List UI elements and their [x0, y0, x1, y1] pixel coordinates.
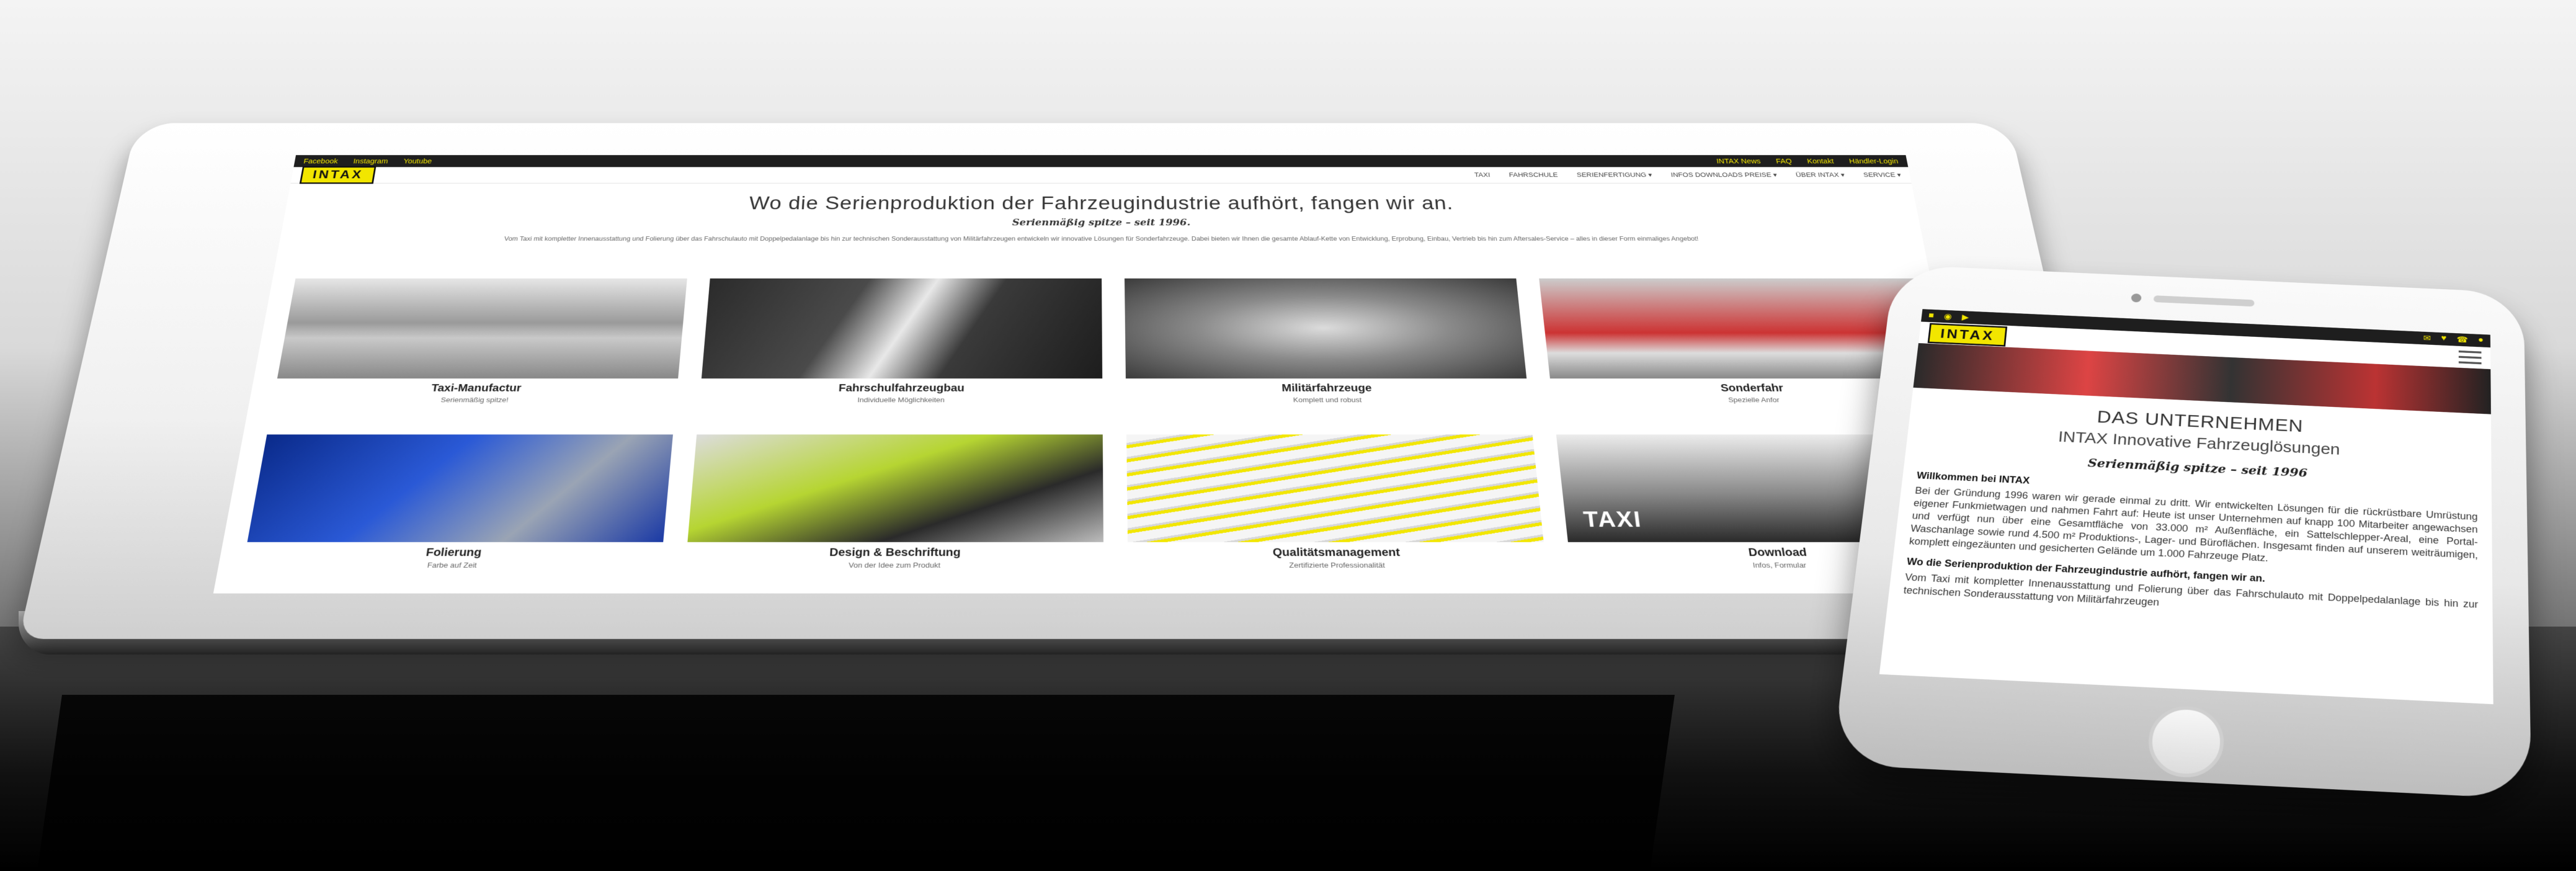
- earpiece-speaker: [2154, 295, 2255, 306]
- tile-title: Folierung: [244, 547, 663, 560]
- tablet-device: Facebook Instagram Youtube INTAX News FA…: [19, 123, 2128, 639]
- tile-taxi[interactable]: Taxi-Manufactur Serienmäßig spitze!: [270, 279, 687, 420]
- tile-militaer[interactable]: Militärfahrzeuge Komplett und robust: [1125, 279, 1531, 420]
- instagram-link[interactable]: Instagram: [353, 158, 389, 165]
- tile-design[interactable]: Design & Beschriftung Von der Idee zum P…: [684, 434, 1103, 586]
- tile-folierung[interactable]: Folierung Farbe auf Zeit: [239, 434, 673, 586]
- tile-image: [247, 434, 673, 542]
- contact-link[interactable]: Kontakt: [1807, 158, 1835, 165]
- tablet-screen: Facebook Instagram Youtube INTAX News FA…: [213, 155, 1994, 594]
- youtube-icon[interactable]: ▶: [1961, 312, 1969, 322]
- page-subline: Serienmäßig spitze – seit 1996.: [282, 218, 1920, 228]
- tile-subtitle: Individuelle Möglichkeiten: [699, 396, 1102, 404]
- intax-logo[interactable]: INTAX: [300, 166, 377, 184]
- tile-subtitle: Von der Idee zum Produkt: [685, 561, 1104, 569]
- menu-item-taxi[interactable]: TAXI: [1474, 171, 1491, 179]
- phone-device: ■ ◉ ▶ ✉ ♥ ☎ ● INTAX DAS UNTERNEHMEN INTA…: [1832, 265, 2531, 800]
- tablet-reflection: [37, 695, 1675, 871]
- news-icon[interactable]: ✉: [2423, 333, 2431, 343]
- tile-subtitle: Komplett und robust: [1126, 396, 1529, 404]
- youtube-link[interactable]: Youtube: [403, 158, 432, 165]
- tile-subtitle: Serienmäßig spitze!: [272, 396, 676, 404]
- facebook-icon[interactable]: ■: [1928, 311, 1934, 320]
- tile-title: Qualitätsmanagement: [1128, 547, 1545, 560]
- menu-item-fahrschule[interactable]: FAHRSCHULE: [1509, 171, 1558, 179]
- product-scene: Facebook Instagram Youtube INTAX News FA…: [0, 0, 2576, 871]
- menu-item-ueber[interactable]: ÜBER INTAX ▾: [1795, 171, 1845, 179]
- facebook-link[interactable]: Facebook: [303, 158, 338, 165]
- tile-image: [1126, 434, 1544, 542]
- site-topbar: Facebook Instagram Youtube INTAX News FA…: [293, 155, 1908, 167]
- intax-logo[interactable]: INTAX: [1928, 323, 2008, 346]
- front-camera: [2131, 293, 2141, 303]
- service-tile-grid: Taxi-Manufactur Serienmäßig spitze! Fahr…: [239, 279, 1993, 587]
- hamburger-menu-icon[interactable]: [2459, 351, 2482, 364]
- tile-qualitaet[interactable]: Qualitätsmanagement Zertifizierte Profes…: [1126, 434, 1548, 586]
- instagram-icon[interactable]: ◉: [1943, 311, 1952, 321]
- dealer-login-link[interactable]: Händler-Login: [1848, 158, 1899, 165]
- lock-icon[interactable]: ●: [2478, 336, 2484, 346]
- news-link[interactable]: INTAX News: [1716, 158, 1761, 165]
- contact-icon[interactable]: ☎: [2457, 335, 2468, 346]
- tile-image: [1125, 279, 1526, 378]
- tile-title: Fahrschulfahrzeugbau: [700, 383, 1103, 395]
- home-button[interactable]: [2147, 705, 2226, 779]
- faq-link[interactable]: FAQ: [1775, 158, 1792, 165]
- tile-subtitle: Zertifizierte Professionalität: [1128, 561, 1546, 569]
- tile-image: [277, 279, 687, 378]
- menu-item-service[interactable]: SERVICE ▾: [1863, 171, 1902, 179]
- faq-icon[interactable]: ♥: [2441, 334, 2446, 344]
- tile-title: Militärfahrzeuge: [1126, 383, 1528, 395]
- tile-title: Taxi-Manufactur: [274, 383, 677, 395]
- tile-title: Design & Beschriftung: [686, 547, 1103, 560]
- page-intro: Vom Taxi mit kompletter Innenausstattung…: [347, 234, 1855, 243]
- main-menu: TAXI FAHRSCHULE SERIENFERTIGUNG ▾ INFOS …: [1474, 171, 1902, 179]
- menu-item-infos[interactable]: INFOS DOWNLOADS PREISE ▾: [1670, 171, 1778, 179]
- taxi-sign-text: TAXI: [1582, 507, 1643, 532]
- page-headline: Wo die Serienproduktion der Fahrzeugindu…: [285, 194, 1917, 214]
- site-navbar: INTAX TAXI FAHRSCHULE SERIENFERTIGUNG ▾ …: [290, 167, 1911, 183]
- phone-screen: ■ ◉ ▶ ✉ ♥ ☎ ● INTAX DAS UNTERNEHMEN INTA…: [1879, 309, 2494, 704]
- tile-fahrschule[interactable]: Fahrschulfahrzeugbau Individuelle Möglic…: [698, 279, 1102, 420]
- menu-item-serienfertigung[interactable]: SERIENFERTIGUNG ▾: [1576, 171, 1652, 179]
- tile-subtitle: Farbe auf Zeit: [243, 561, 662, 569]
- tile-image: [702, 279, 1102, 378]
- tile-image: [687, 434, 1103, 542]
